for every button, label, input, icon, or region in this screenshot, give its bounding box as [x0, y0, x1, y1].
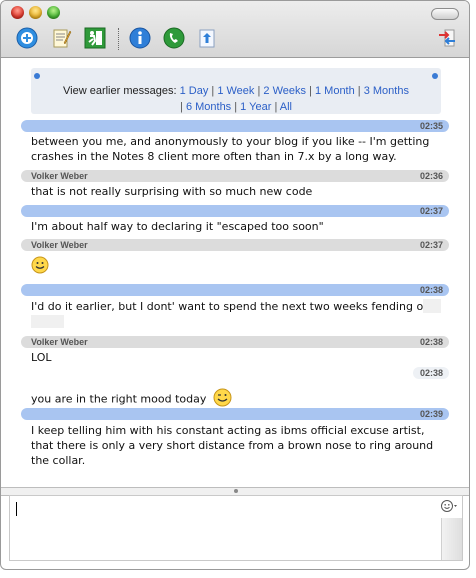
message-header: Volker Weber 02:36: [21, 170, 449, 182]
transfer-icon[interactable]: [435, 26, 459, 50]
history-marker-right: [432, 73, 438, 79]
add-contact-icon[interactable]: [15, 26, 39, 50]
smiley-icon: [31, 256, 49, 279]
divider-grip[interactable]: [234, 489, 238, 493]
history-link-2-weeks[interactable]: 2 Weeks: [263, 85, 306, 97]
message-header: Volker Weber 02:37: [21, 239, 449, 251]
history-links: View earlier messages: 1 Day | 1 Week | …: [63, 85, 409, 113]
message-text: LOL: [31, 351, 52, 364]
minimize-button[interactable]: [29, 6, 42, 19]
history-marker-left: [34, 73, 40, 79]
message-header: 02:35: [21, 120, 449, 132]
message-time: 02:38: [419, 337, 443, 347]
history-link-3-months[interactable]: 3 Months: [364, 85, 409, 97]
message-time: 02:37: [419, 206, 443, 216]
title-bar: [1, 1, 469, 58]
chat-window: View earlier messages: 1 Day | 1 Week | …: [0, 0, 470, 570]
message-sender: Volker Weber: [31, 171, 88, 181]
history-panel: View earlier messages: 1 Day | 1 Week | …: [31, 68, 441, 114]
notepad-icon[interactable]: [49, 26, 73, 50]
history-prefix: View earlier messages:: [63, 85, 177, 97]
message-text: I keep telling him with his constant act…: [31, 424, 434, 467]
message-time: 02:38: [419, 285, 443, 295]
close-button[interactable]: [11, 6, 24, 19]
redacted-block: [31, 315, 64, 328]
info-icon[interactable]: [128, 26, 152, 50]
message-time: 02:37: [419, 240, 443, 250]
message-sender: Volker Weber: [31, 240, 88, 250]
zoom-button[interactable]: [47, 6, 60, 19]
message-header: 02:39: [21, 408, 449, 420]
message-text-content: you are in the right mood today: [31, 392, 207, 406]
message-text: I'm about half way to declaring it "esca…: [31, 220, 324, 233]
redacted-block: [423, 299, 441, 313]
conversation-pane: View earlier messages: 1 Day | 1 Week | …: [1, 58, 469, 486]
message-sender: Volker Weber: [31, 337, 88, 347]
toolbar-toggle-button[interactable]: [431, 8, 459, 20]
toolbar-separator: [118, 28, 119, 50]
message-header: 02:38: [21, 284, 449, 296]
history-link-6-months[interactable]: 6 Months: [186, 101, 231, 113]
message-time: 02:36: [419, 171, 443, 181]
phone-icon[interactable]: [162, 26, 186, 50]
input-side-panel: [441, 518, 462, 560]
message-time: 02:39: [419, 409, 443, 419]
history-link-1-day[interactable]: 1 Day: [180, 85, 209, 97]
emoticon-picker-icon[interactable]: [440, 499, 460, 516]
message-header: 02:37: [21, 205, 449, 217]
message-time: 02:35: [419, 121, 443, 131]
share-icon[interactable]: [195, 26, 219, 50]
text-caret: [16, 502, 17, 516]
message-time: 02:38: [419, 368, 443, 378]
history-link-1-week[interactable]: 1 Week: [217, 85, 254, 97]
message-text: between you me, and anonymously to your …: [31, 135, 430, 163]
history-link-all[interactable]: All: [280, 101, 292, 113]
message-text: I'd do it earlier, but I dont' want to s…: [31, 300, 431, 313]
message-header: Volker Weber 02:38: [21, 336, 449, 348]
message-text: that is not really surprising with so mu…: [31, 185, 313, 198]
history-link-1-year[interactable]: 1 Year: [240, 101, 271, 113]
message-input[interactable]: [9, 495, 463, 561]
message-header: 02:38: [413, 367, 449, 379]
exit-icon[interactable]: [83, 26, 107, 50]
history-link-1-month[interactable]: 1 Month: [315, 85, 355, 97]
